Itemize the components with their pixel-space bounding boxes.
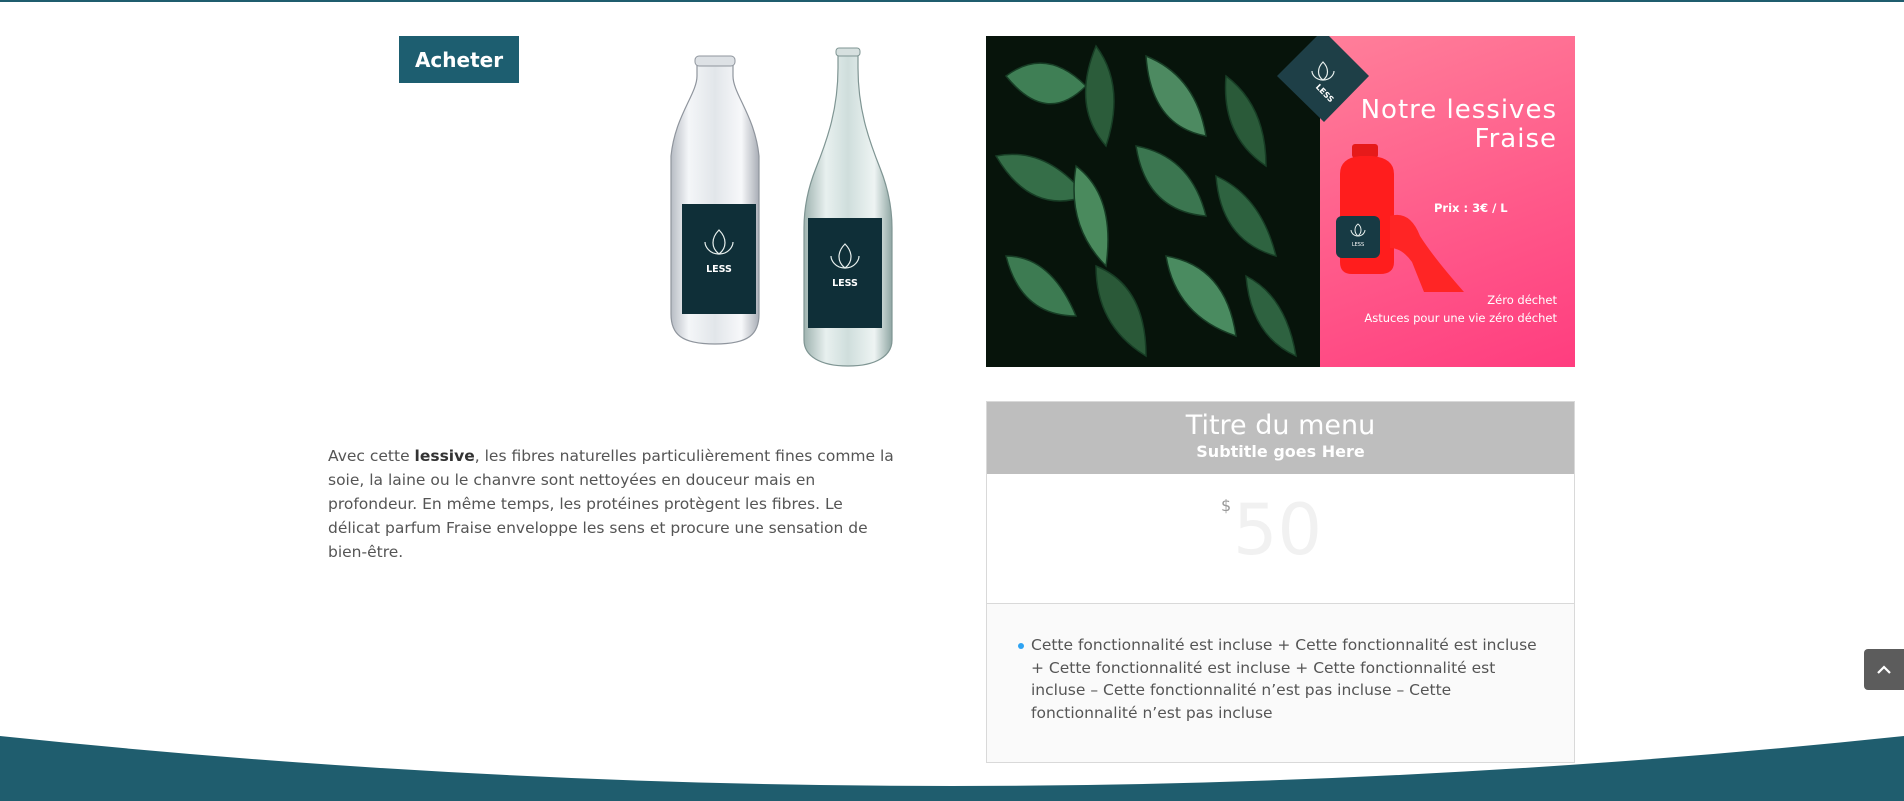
left-bottle-brand: LESS bbox=[706, 264, 732, 275]
jug-label-text: LESS bbox=[1352, 242, 1364, 248]
pricing-table: Titre du menu Subtitle goes Here $ 50 Ce… bbox=[986, 401, 1575, 763]
zero-waste-text: Zéro déchet bbox=[1487, 293, 1557, 307]
promo-price: Prix : 3€ / L bbox=[1434, 201, 1508, 215]
less-badge: LESS bbox=[1277, 36, 1369, 122]
pricing-title: Titre du menu bbox=[1185, 410, 1376, 441]
right-bottle-brand: LESS bbox=[832, 278, 858, 289]
top-border bbox=[0, 0, 1904, 2]
chevron-up-icon bbox=[1877, 664, 1891, 674]
description-bold: lessive bbox=[414, 447, 475, 465]
right-bottle-label bbox=[808, 218, 882, 328]
detergent-jug-icon: LESS bbox=[1336, 144, 1464, 292]
pricing-header: Titre du menu Subtitle goes Here bbox=[987, 402, 1574, 474]
description-text: Avec cette bbox=[328, 447, 415, 465]
bottles-image: LESS LESS bbox=[670, 47, 893, 367]
product-description: Avec cette lessive, les fibres naturelle… bbox=[328, 444, 894, 564]
bottom-wave bbox=[0, 736, 1904, 801]
pricing-currency: $ bbox=[1221, 496, 1232, 515]
feature-item: Cette fonctionnalité est incluse + Cette… bbox=[1018, 634, 1544, 724]
buy-button[interactable]: Acheter bbox=[399, 36, 519, 83]
pricing-features: Cette fonctionnalité est incluse + Cette… bbox=[987, 604, 1574, 724]
pricing-price: $ 50 bbox=[987, 474, 1574, 604]
scroll-top-button[interactable] bbox=[1864, 649, 1904, 690]
left-bottle-label bbox=[682, 204, 756, 314]
promo-title-line1: Notre lessives bbox=[1360, 95, 1557, 125]
pricing-amount: 50 bbox=[1233, 489, 1323, 571]
promo-banner: LESS Notre lessives Fraise LESS Prix : 3… bbox=[986, 36, 1575, 367]
zero-waste-tips: Astuces pour une vie zéro déchet bbox=[1364, 311, 1557, 325]
pricing-subtitle: Subtitle goes Here bbox=[1196, 442, 1365, 461]
promo-zero-waste: Zéro déchet Astuces pour une vie zéro dé… bbox=[1364, 291, 1557, 327]
